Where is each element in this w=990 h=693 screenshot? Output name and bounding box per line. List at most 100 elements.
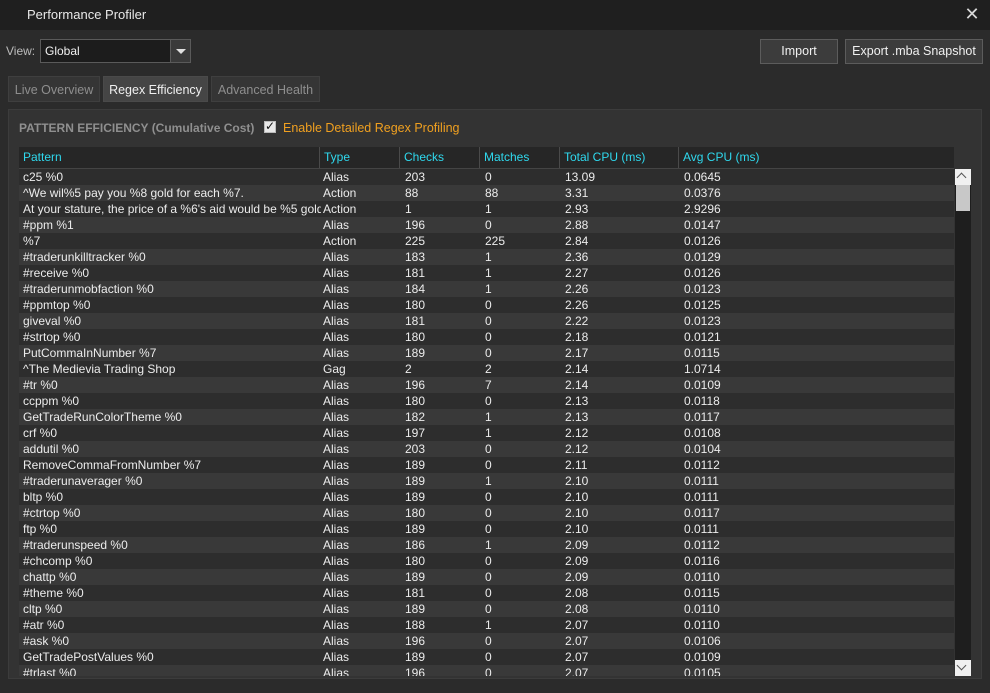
- scrollbar-thumb[interactable]: [956, 185, 970, 211]
- cell-matches: 0: [485, 522, 492, 536]
- cell-pattern: #ppmtop %0: [23, 298, 91, 312]
- table-row[interactable]: ^The Medievia Trading Shop Gag 2 2 2.14 1.071…: [19, 361, 954, 377]
- cell-type: Action: [323, 186, 357, 200]
- view-select[interactable]: Global: [40, 39, 191, 63]
- table-row[interactable]: cltp %0 Alias 189 0 2.08 0.0110: [19, 601, 954, 617]
- table-row[interactable]: #traderunkilltracker %0 Alias 183 1 2.36 0.01…: [19, 249, 954, 265]
- cell-checks: 197: [405, 426, 426, 440]
- cell-total-cpu: 2.08: [565, 586, 589, 600]
- section-title: PATTERN EFFICIENCY (Cumulative Cost): [19, 121, 254, 135]
- cell-avg-cpu: 0.0123: [684, 314, 721, 328]
- cell-pattern: PutCommaInNumber %7: [23, 346, 157, 360]
- table-row[interactable]: #ask %0 Alias 196 0 2.07 0.0106: [19, 633, 954, 649]
- column-header-pattern[interactable]: Pattern: [19, 147, 320, 168]
- table-row[interactable]: %7 Action 225 225 2.84 0.0126: [19, 233, 954, 249]
- cell-pattern: #traderunmobfaction %0: [23, 282, 154, 296]
- table-row[interactable]: giveval %0 Alias 181 0 2.22 0.0123: [19, 313, 954, 329]
- cell-pattern: #traderunkilltracker %0: [23, 250, 146, 264]
- enable-profiling-checkbox[interactable]: [264, 119, 276, 133]
- table-row[interactable]: GetTradePostValues %0 Alias 189 0 2.07 0.0109: [19, 649, 954, 665]
- cell-type: Alias: [323, 426, 350, 440]
- enable-profiling-label[interactable]: Enable Detailed Regex Profiling: [283, 121, 460, 135]
- table-row[interactable]: ccppm %0 Alias 180 0 2.13 0.0118: [19, 393, 954, 409]
- vertical-scrollbar[interactable]: [955, 169, 971, 676]
- table-body: c25 %0 Alias 203 0 13.09 0.0645 ^We wil%5 pay …: [19, 169, 954, 676]
- table-row[interactable]: #traderunaverager %0 Alias 189 1 2.10 0.0111: [19, 473, 954, 489]
- import-button[interactable]: Import: [760, 39, 838, 64]
- cell-matches: 1: [485, 474, 492, 488]
- table-row[interactable]: RemoveCommaFromNumber %7 Alias 189 0 2.11 0.0…: [19, 457, 954, 473]
- view-select-value: Global: [45, 44, 80, 58]
- table-row[interactable]: c25 %0 Alias 203 0 13.09 0.0645: [19, 169, 954, 185]
- table-row[interactable]: PutCommaInNumber %7 Alias 189 0 2.17 0.0115: [19, 345, 954, 361]
- table-row[interactable]: addutil %0 Alias 203 0 2.12 0.0104: [19, 441, 954, 457]
- cell-checks: 88: [405, 186, 419, 200]
- cell-avg-cpu: 0.0112: [684, 538, 720, 552]
- cell-total-cpu: 2.09: [565, 570, 589, 584]
- tab-regex-efficiency[interactable]: Regex Efficiency: [103, 76, 208, 102]
- table-row[interactable]: ftp %0 Alias 189 0 2.10 0.0111: [19, 521, 954, 537]
- cell-checks: 189: [405, 522, 426, 536]
- cell-checks: 189: [405, 490, 426, 504]
- cell-type: Alias: [323, 634, 350, 648]
- table-row[interactable]: #receive %0 Alias 181 1 2.27 0.0126: [19, 265, 954, 281]
- cell-total-cpu: 2.07: [565, 666, 589, 676]
- table-row[interactable]: #atr %0 Alias 188 1 2.07 0.0110: [19, 617, 954, 633]
- cell-matches: 0: [485, 554, 492, 568]
- table-row[interactable]: chattp %0 Alias 189 0 2.09 0.0110: [19, 569, 954, 585]
- cell-type: Alias: [323, 650, 350, 664]
- table-row[interactable]: #tr %0 Alias 196 7 2.14 0.0109: [19, 377, 954, 393]
- cell-checks: 2: [405, 362, 412, 376]
- window-title: Performance Profiler: [27, 7, 147, 22]
- export-snapshot-button[interactable]: Export .mba Snapshot: [845, 39, 983, 64]
- table-row[interactable]: bltp %0 Alias 189 0 2.10 0.0111: [19, 489, 954, 505]
- table-row[interactable]: #ppmtop %0 Alias 180 0 2.26 0.0125: [19, 297, 954, 313]
- table-row[interactable]: #ctrtop %0 Alias 180 0 2.10 0.0117: [19, 505, 954, 521]
- cell-pattern: giveval %0: [23, 314, 82, 328]
- cell-avg-cpu: 0.0126: [684, 234, 721, 248]
- chevron-down-icon[interactable]: [170, 40, 190, 62]
- cell-avg-cpu: 0.0123: [684, 282, 721, 296]
- cell-pattern: crf %0: [23, 426, 58, 440]
- cell-avg-cpu: 2.9296: [684, 202, 721, 216]
- scroll-down-icon[interactable]: [955, 660, 971, 676]
- cell-total-cpu: 2.13: [565, 394, 589, 408]
- cell-checks: 189: [405, 602, 426, 616]
- table-row[interactable]: #trlast %0 Alias 196 0 2.07 0.0105: [19, 665, 954, 676]
- column-header-type[interactable]: Type: [320, 147, 400, 168]
- table-row[interactable]: #ppm %1 Alias 196 0 2.88 0.0147: [19, 217, 954, 233]
- scroll-up-icon[interactable]: [955, 169, 971, 185]
- cell-checks: 184: [405, 282, 426, 296]
- close-icon[interactable]: ✕: [962, 4, 982, 24]
- cell-checks: 189: [405, 458, 426, 472]
- table-row[interactable]: At your stature, the price of a %6's aid…: [19, 201, 954, 217]
- column-header-avg-cpu[interactable]: Avg CPU (ms): [679, 147, 954, 168]
- column-header-total-cpu[interactable]: Total CPU (ms): [560, 147, 679, 168]
- table-row[interactable]: #traderunmobfaction %0 Alias 184 1 2.26 0.012…: [19, 281, 954, 297]
- cell-matches: 0: [485, 218, 492, 232]
- cell-matches: 0: [485, 506, 492, 520]
- cell-avg-cpu: 0.0106: [684, 634, 721, 648]
- column-header-matches[interactable]: Matches: [480, 147, 560, 168]
- cell-pattern: #traderunspeed %0: [23, 538, 128, 552]
- tab-advanced-health[interactable]: Advanced Health: [211, 76, 320, 102]
- table-row[interactable]: ^We wil%5 pay you %8 gold for each %7. Ac…: [19, 185, 954, 201]
- table-row[interactable]: #strtop %0 Alias 180 0 2.18 0.0121: [19, 329, 954, 345]
- cell-avg-cpu: 0.0376: [684, 186, 721, 200]
- cell-avg-cpu: 0.0104: [684, 442, 721, 456]
- column-header-checks[interactable]: Checks: [400, 147, 480, 168]
- cell-total-cpu: 2.10: [565, 522, 589, 536]
- cell-total-cpu: 2.07: [565, 634, 589, 648]
- cell-pattern: RemoveCommaFromNumber %7: [23, 458, 202, 472]
- tab-live-overview[interactable]: Live Overview: [8, 76, 100, 102]
- cell-checks: 180: [405, 330, 426, 344]
- cell-matches: 0: [485, 346, 492, 360]
- table-row[interactable]: #chcomp %0 Alias 180 0 2.09 0.0116: [19, 553, 954, 569]
- cell-matches: 0: [485, 394, 492, 408]
- table-row[interactable]: crf %0 Alias 197 1 2.12 0.0108: [19, 425, 954, 441]
- table-row[interactable]: #traderunspeed %0 Alias 186 1 2.09 0.0112: [19, 537, 954, 553]
- table-row[interactable]: #theme %0 Alias 181 0 2.08 0.0115: [19, 585, 954, 601]
- table-row[interactable]: GetTradeRunColorTheme %0 Alias 182 1 2.13 0.0…: [19, 409, 954, 425]
- cell-type: Alias: [323, 538, 350, 552]
- cell-avg-cpu: 0.0111: [684, 490, 719, 504]
